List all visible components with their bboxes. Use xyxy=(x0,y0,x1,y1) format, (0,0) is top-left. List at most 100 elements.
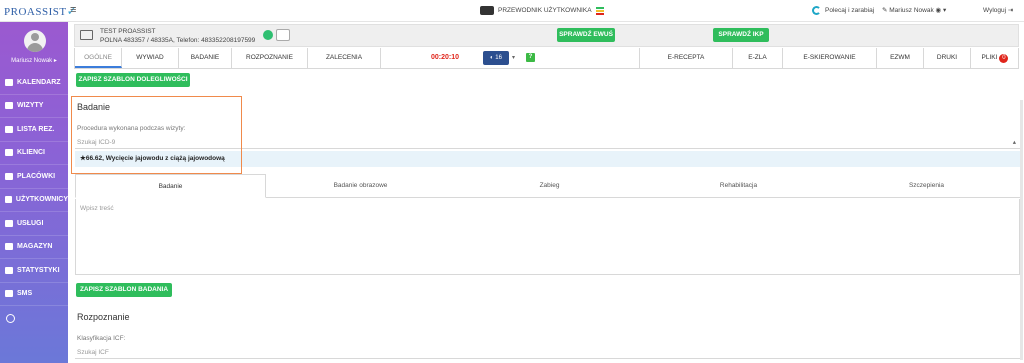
files-count-badge: 0 xyxy=(999,54,1009,63)
collapse-sidebar-icon[interactable] xyxy=(6,314,15,323)
scrollbar[interactable] xyxy=(1020,100,1023,360)
refresh-icon xyxy=(812,6,821,15)
textarea-placeholder: Wpisz treść xyxy=(80,205,114,212)
user-menu-label: Mariusz Nowak xyxy=(889,7,934,14)
caret-right-icon: ▸ xyxy=(53,58,57,64)
app-logo[interactable]: PROASSIST✓ xyxy=(4,4,77,19)
top-bar: PROASSIST✓ ≡ PRZEWODNIK UŻYTKOWNIKA Pole… xyxy=(0,0,1024,22)
whatsapp-icon[interactable] xyxy=(263,30,273,40)
pin-icon: ✎ xyxy=(882,7,888,14)
sidebar-item-label: SMS xyxy=(17,290,33,298)
calendar-icon xyxy=(5,78,13,86)
sidebar-item-label: USŁUGI xyxy=(17,219,44,227)
section-title-diagnosis: Rozpoznanie xyxy=(77,312,130,322)
logout-icon: ⇥ xyxy=(1007,7,1014,14)
graduation-cap-icon xyxy=(480,6,494,15)
subtab-vaccinations[interactable]: Szczepienia xyxy=(833,174,1020,198)
sidebar-item-locations[interactable]: PLACÓWKI xyxy=(0,165,68,189)
tab-examination[interactable]: BADANIE xyxy=(179,48,232,68)
sidebar-item-clients[interactable]: KLIENCI xyxy=(0,142,68,165)
sidebar-item-label: UŻYTKOWNICY xyxy=(15,196,68,204)
sidebar-item-label: MAGAZYN xyxy=(17,243,53,251)
sidebar-item-services[interactable]: USŁUGI xyxy=(0,212,68,236)
recommend-link[interactable]: Polecaj i zarabiaj xyxy=(812,6,874,15)
tab-files[interactable]: PLIKI 0 xyxy=(971,48,1019,68)
sidebar-user[interactable]: Mariusz Nowak ▸ xyxy=(0,57,68,64)
tab-diagnosis[interactable]: ROZPOZNANIE xyxy=(232,48,308,68)
sidebar-user-name: Mariusz Nowak xyxy=(11,58,53,64)
logo-text: PROASSIST xyxy=(4,6,67,18)
bar-chart-icon xyxy=(5,266,13,274)
dropdown-caret-icon: ▴ xyxy=(1012,139,1016,146)
patient-address: POLNA 483357 / 48335A, Telefon: 48335220… xyxy=(100,37,256,44)
icf-label: Klasyfikacja ICF: xyxy=(77,335,126,342)
grid-icon xyxy=(5,219,13,227)
sidebar-item-label: WIZYTY xyxy=(17,102,44,110)
user-guide-link[interactable]: PRZEWODNIK UŻYTKOWNIKA xyxy=(480,6,604,15)
sidebar-item-label: LISTA REZ. xyxy=(17,125,55,133)
sidebar-item-label: KALENDARZ xyxy=(17,78,61,86)
user-circle-icon xyxy=(5,196,12,204)
envelope-icon xyxy=(5,290,13,298)
icf-placeholder: Szukaj ICF xyxy=(77,349,109,356)
speed-indicator[interactable]: ◐ 16 xyxy=(483,51,509,65)
user-circle-icon: ◉ xyxy=(935,7,942,14)
gauge-icon: ◐ xyxy=(490,55,494,61)
sidebar-item-sms[interactable]: SMS xyxy=(0,283,68,306)
tab-ezla[interactable]: E-ZLA xyxy=(733,48,783,68)
sidebar-item-statistics[interactable]: STATYSTYKI xyxy=(0,259,68,283)
subtab-procedure[interactable]: Zabieg xyxy=(455,174,644,198)
sidebar-item-warehouse[interactable]: MAGAZYN xyxy=(0,236,68,259)
document-icon xyxy=(5,125,13,133)
examination-textarea[interactable]: Wpisz treść xyxy=(75,199,1020,275)
subtab-rehabilitation[interactable]: Rehabilitacja xyxy=(644,174,833,198)
sidebar-item-reservations[interactable]: LISTA REZ. xyxy=(0,118,68,142)
subtab-imaging[interactable]: Badanie obrazowe xyxy=(266,174,455,198)
help-icon[interactable]: ? xyxy=(526,53,535,62)
logout-label: Wyloguj xyxy=(983,7,1007,14)
save-exam-template-button[interactable]: ZAPISZ SZABLON BADANIA xyxy=(76,283,172,297)
box-icon xyxy=(5,243,13,251)
sidebar-item-label: STATYSTYKI xyxy=(17,266,60,274)
sidebar-item-visits[interactable]: WIZYTY xyxy=(0,95,68,118)
save-complaint-template-button[interactable]: ZAPISZ SZABLON DOLEGLIWOŚCI xyxy=(76,73,190,87)
tab-recommendations[interactable]: ZALECENIA xyxy=(308,48,381,68)
patient-header: TEST PROASSIST POLNA 483357 / 48335A, Te… xyxy=(74,24,1019,47)
check-ewus-button[interactable]: SPRAWDŹ EWUŚ xyxy=(557,28,615,42)
exam-subtabs: Badanie Badanie obrazowe Zabieg Rehabili… xyxy=(75,174,1020,198)
visit-timer: 00:20:10 xyxy=(430,54,460,61)
tab-ezwm[interactable]: EZWM xyxy=(877,48,924,68)
sidebar: Mariusz Nowak ▸ KALENDARZ WIZYTY LISTA R… xyxy=(0,22,68,363)
patient-name: TEST PROASSIST xyxy=(100,28,156,35)
menu-toggle-icon[interactable]: ≡ xyxy=(70,4,76,16)
users-icon xyxy=(5,149,13,157)
sidebar-item-label: KLIENCI xyxy=(17,149,45,157)
visit-tabs: OGÓLNE WYWIAD BADANIE ROZPOZNANIE ZALECE… xyxy=(74,48,1019,69)
tab-files-label: PLIKI xyxy=(981,54,998,61)
speed-dropdown-icon[interactable]: ▾ xyxy=(512,51,515,65)
tab-interview[interactable]: WYWIAD xyxy=(122,48,179,68)
location-users-icon xyxy=(5,172,13,180)
logout-link[interactable]: Wyloguj ⇥ xyxy=(983,6,1013,14)
user-menu[interactable]: ✎ Mariusz Nowak ◉ ▾ xyxy=(882,6,946,14)
chevron-down-icon: ▾ xyxy=(943,7,947,14)
highlight-box xyxy=(71,96,242,174)
subtab-examination[interactable]: Badanie xyxy=(75,174,266,198)
user-guide-label: PRZEWODNIK UŻYTKOWNIKA xyxy=(498,7,592,14)
check-ikp-button[interactable]: SPRAWDŹ IKP xyxy=(713,28,769,42)
tab-general[interactable]: OGÓLNE xyxy=(75,48,122,68)
avatar[interactable] xyxy=(24,30,46,52)
list-icon xyxy=(5,102,13,110)
guide-bars-icon xyxy=(595,6,604,15)
sidebar-item-users[interactable]: UŻYTKOWNICY xyxy=(0,189,68,212)
tab-eskierowanie[interactable]: E-SKIEROWANIE xyxy=(783,48,877,68)
icf-search-input[interactable]: Szukaj ICF xyxy=(75,346,1020,359)
tab-erecepta[interactable]: E-RECEPTA xyxy=(639,48,733,68)
copy-button[interactable] xyxy=(276,29,290,41)
sidebar-item-label: PLACÓWKI xyxy=(17,172,56,180)
sidebar-nav: KALENDARZ WIZYTY LISTA REZ. KLIENCI PLAC… xyxy=(0,71,68,306)
tab-druki[interactable]: DRUKI xyxy=(924,48,971,68)
sidebar-item-calendar[interactable]: KALENDARZ xyxy=(0,71,68,95)
recommend-label: Polecaj i zarabiaj xyxy=(825,7,875,14)
speed-value: 16 xyxy=(495,55,502,61)
